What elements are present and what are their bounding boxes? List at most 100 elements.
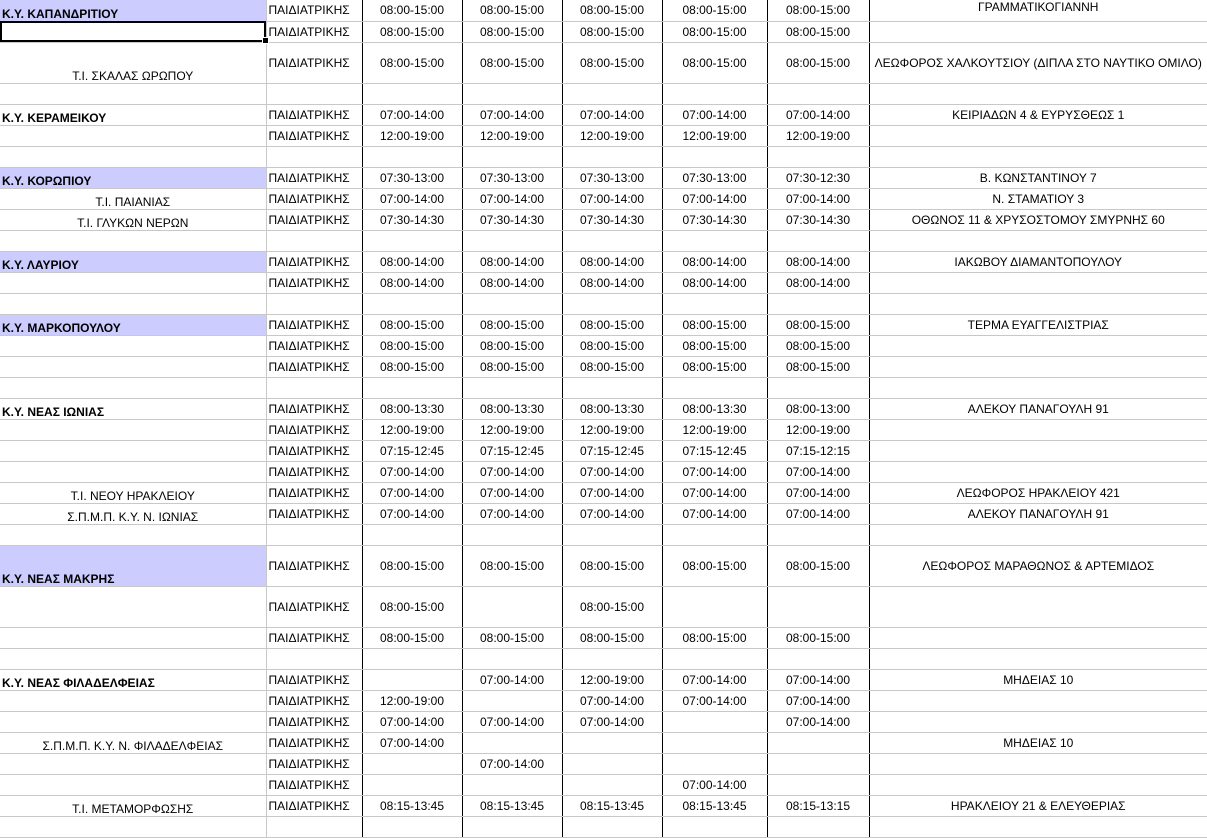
facility-name-cell[interactable]: Τ.Ι. ΝΕΟΥ ΗΡΑΚΛΕΙΟΥ (0, 482, 267, 504)
hours-cell-day-5[interactable]: 07:30-14:30 (767, 209, 870, 231)
hours-cell-day-5[interactable]: 07:00-14:00 (767, 669, 870, 691)
hours-cell-day-3[interactable]: 08:00-15:00 (562, 42, 663, 84)
hours-cell-day-4[interactable] (662, 732, 768, 754)
hours-cell-day-2[interactable] (462, 774, 563, 796)
hours-cell-day-5[interactable] (767, 753, 870, 775)
empty-cell[interactable] (662, 377, 768, 399)
specialty-cell[interactable]: ΠΑΙΔΙΑΤΡΙΚΗΣ (266, 104, 363, 126)
address-cell[interactable] (869, 753, 1207, 775)
empty-cell[interactable] (767, 524, 870, 546)
hours-cell-day-2[interactable]: 07:00-14:00 (462, 753, 563, 775)
empty-cell[interactable] (662, 146, 768, 168)
empty-cell[interactable] (362, 377, 463, 399)
hours-cell-day-1[interactable]: 08:00-14:00 (362, 272, 463, 294)
empty-cell[interactable] (462, 230, 563, 252)
empty-cell[interactable] (362, 83, 463, 105)
hours-cell-day-1[interactable]: 08:00-14:00 (362, 251, 463, 273)
hours-cell-day-3[interactable]: 07:00-14:00 (562, 503, 663, 525)
empty-cell[interactable] (562, 377, 663, 399)
empty-cell[interactable] (869, 377, 1207, 399)
hours-cell-day-4[interactable]: 08:00-15:00 (662, 314, 768, 336)
address-cell[interactable] (869, 335, 1207, 357)
empty-cell[interactable] (562, 648, 663, 670)
hours-cell-day-5[interactable]: 08:00-15:00 (767, 356, 870, 378)
specialty-cell[interactable]: ΠΑΙΔΙΑΤΡΙΚΗΣ (266, 42, 363, 84)
address-cell[interactable]: Β. ΚΩΝΣΤΑΝΤΙΝΟΥ 7 (869, 167, 1207, 189)
hours-cell-day-3[interactable] (562, 774, 663, 796)
hours-cell-day-4[interactable]: 08:00-14:00 (662, 272, 768, 294)
hours-cell-day-3[interactable]: 08:00-13:30 (562, 398, 663, 420)
specialty-cell[interactable]: ΠΑΙΔΙΑΤΡΙΚΗΣ (266, 188, 363, 210)
hours-cell-day-5[interactable]: 08:00-15:00 (767, 21, 870, 43)
facility-name-cell[interactable] (0, 711, 267, 733)
specialty-cell[interactable]: ΠΑΙΔΙΑΤΡΙΚΗΣ (266, 669, 363, 691)
hours-cell-day-5[interactable]: 08:00-15:00 (767, 545, 870, 587)
empty-cell[interactable] (462, 377, 563, 399)
facility-name-cell[interactable]: Κ.Υ. ΛΑΥΡΙΟΥ (0, 251, 267, 273)
facility-name-cell[interactable] (0, 461, 267, 483)
hours-cell-day-5[interactable]: 08:00-14:00 (767, 251, 870, 273)
specialty-cell[interactable]: ΠΑΙΔΙΑΤΡΙΚΗΣ (266, 627, 363, 649)
empty-cell[interactable] (266, 648, 363, 670)
address-cell[interactable]: Ν. ΣΤΑΜΑΤΙΟΥ 3 (869, 188, 1207, 210)
hours-cell-day-4[interactable]: 07:00-14:00 (662, 690, 768, 712)
hours-cell-day-3[interactable]: 12:00-19:00 (562, 669, 663, 691)
hours-cell-day-3[interactable]: 07:00-14:00 (562, 690, 663, 712)
hours-cell-day-3[interactable]: 08:00-14:00 (562, 272, 663, 294)
hours-cell-day-2[interactable]: 08:00-14:00 (462, 251, 563, 273)
empty-cell[interactable] (266, 146, 363, 168)
facility-name-cell[interactable]: Τ.Ι. ΣΚΑΛΑΣ ΩΡΩΠΟΥ (0, 42, 267, 84)
empty-cell[interactable] (767, 293, 870, 315)
facility-name-cell[interactable]: Κ.Υ. ΚΑΠΑΝΔΡΙΤΙΟΥ (0, 0, 267, 22)
hours-cell-day-1[interactable]: 12:00-19:00 (362, 419, 463, 441)
empty-cell[interactable] (0, 146, 267, 168)
empty-cell[interactable] (562, 293, 663, 315)
empty-cell[interactable] (662, 230, 768, 252)
empty-cell[interactable] (869, 648, 1207, 670)
address-cell[interactable] (869, 627, 1207, 649)
hours-cell-day-5[interactable]: 08:00-15:00 (767, 0, 870, 22)
hours-cell-day-2[interactable]: 08:00-15:00 (462, 335, 563, 357)
hours-cell-day-1[interactable]: 07:00-14:00 (362, 732, 463, 754)
empty-cell[interactable] (662, 293, 768, 315)
hours-cell-day-3[interactable]: 07:00-14:00 (562, 104, 663, 126)
facility-name-cell[interactable]: Τ.Ι. ΓΛΥΚΩΝ ΝΕΡΩΝ (0, 209, 267, 231)
hours-cell-day-1[interactable]: 07:00-14:00 (362, 461, 463, 483)
facility-name-cell[interactable] (0, 690, 267, 712)
hours-cell-day-3[interactable]: 07:30-13:00 (562, 167, 663, 189)
empty-cell[interactable] (462, 524, 563, 546)
empty-cell[interactable] (662, 524, 768, 546)
specialty-cell[interactable]: ΠΑΙΔΙΑΤΡΙΚΗΣ (266, 461, 363, 483)
hours-cell-day-3[interactable]: 08:00-15:00 (562, 356, 663, 378)
empty-cell[interactable] (662, 83, 768, 105)
specialty-cell[interactable]: ΠΑΙΔΙΑΤΡΙΚΗΣ (266, 503, 363, 525)
hours-cell-day-5[interactable]: 08:00-15:00 (767, 314, 870, 336)
address-cell[interactable]: ΙΑΚΩΒΟΥ ΔΙΑΜΑΝΤΟΠΟΥΛΟΥ (869, 251, 1207, 273)
empty-cell[interactable] (0, 293, 267, 315)
hours-cell-day-2[interactable]: 08:00-15:00 (462, 314, 563, 336)
hours-cell-day-4[interactable] (662, 711, 768, 733)
specialty-cell[interactable]: ΠΑΙΔΙΑΤΡΙΚΗΣ (266, 545, 363, 587)
facility-name-cell[interactable] (0, 586, 267, 628)
address-cell[interactable] (869, 774, 1207, 796)
empty-cell[interactable] (0, 377, 267, 399)
address-cell[interactable]: ΜΗΔΕΙΑΣ 10 (869, 732, 1207, 754)
hours-cell-day-5[interactable]: 07:00-14:00 (767, 461, 870, 483)
hours-cell-day-4[interactable] (662, 753, 768, 775)
hours-cell-day-3[interactable]: 07:00-14:00 (562, 188, 663, 210)
hours-cell-day-1[interactable]: 08:15-13:45 (362, 795, 463, 817)
hours-cell-day-3[interactable]: 12:00-19:00 (562, 419, 663, 441)
address-cell[interactable]: ΚΕΙΡΙΑΔΩΝ 4 & ΕΥΡΥΣΘΕΩΣ 1 (869, 104, 1207, 126)
address-cell[interactable]: ΤΕΡΜΑ ΕΥΑΓΓΕΛΙΣΤΡΙΑΣ (869, 314, 1207, 336)
hours-cell-day-5[interactable]: 08:15-13:15 (767, 795, 870, 817)
empty-cell[interactable] (362, 293, 463, 315)
address-cell[interactable] (869, 440, 1207, 462)
empty-cell[interactable] (767, 648, 870, 670)
empty-cell[interactable] (266, 293, 363, 315)
specialty-cell[interactable]: ΠΑΙΔΙΑΤΡΙΚΗΣ (266, 0, 363, 22)
hours-cell-day-3[interactable]: 08:00-15:00 (562, 545, 663, 587)
hours-cell-day-2[interactable] (462, 732, 563, 754)
hours-cell-day-4[interactable]: 08:00-13:30 (662, 398, 768, 420)
address-cell[interactable] (869, 125, 1207, 147)
hours-cell-day-3[interactable] (562, 732, 663, 754)
